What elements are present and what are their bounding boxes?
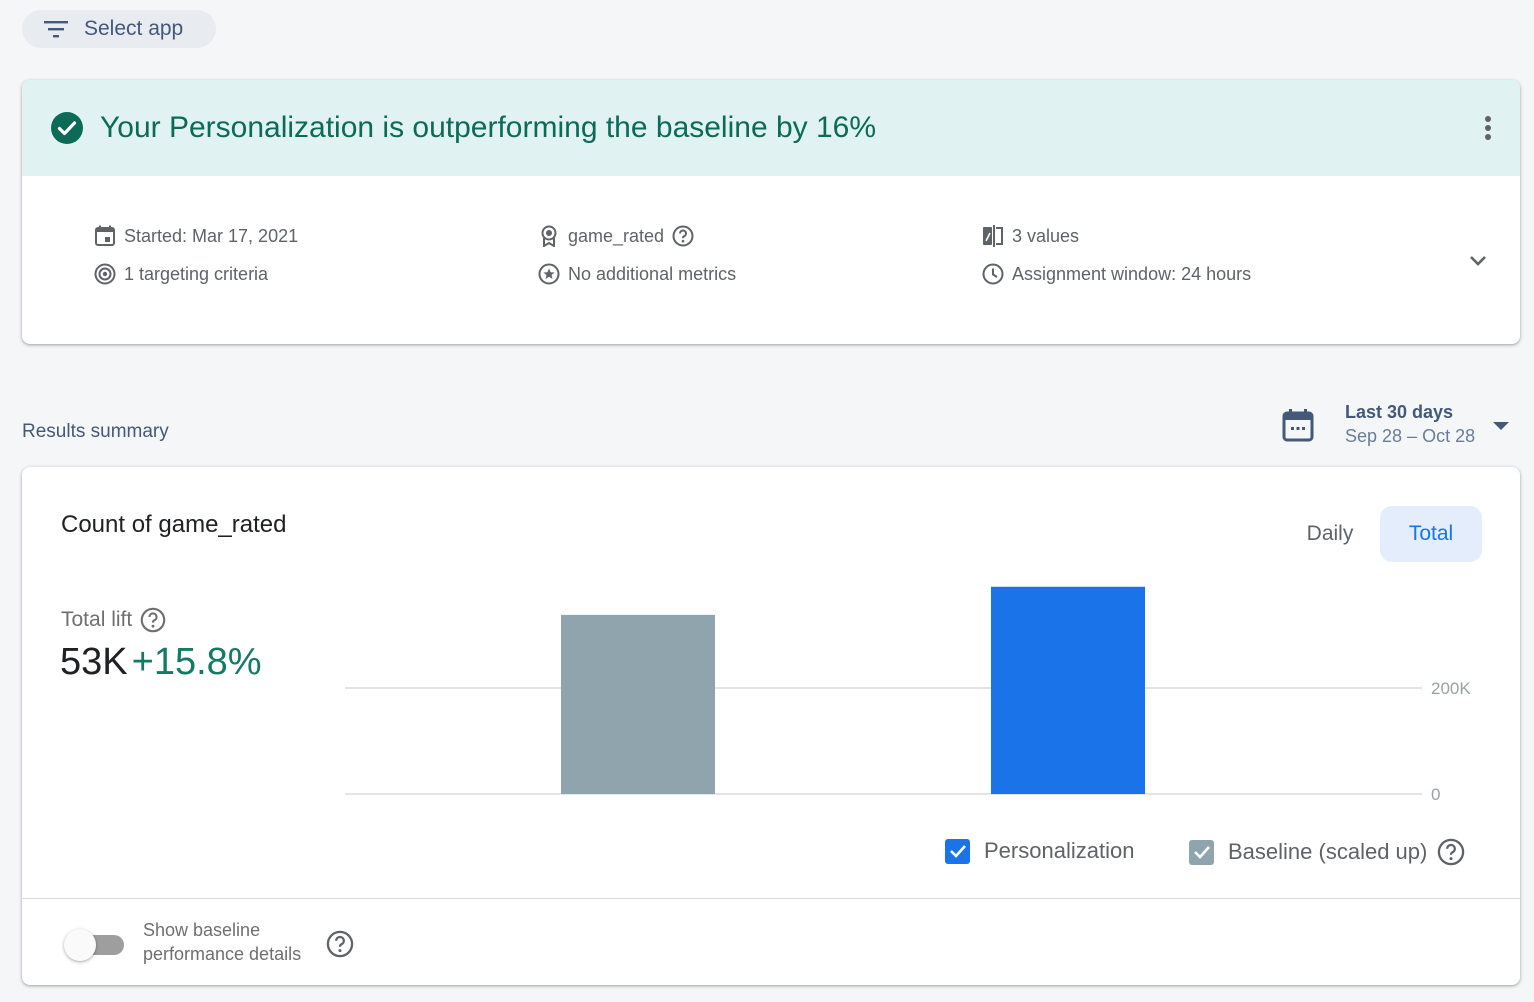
calendar-icon (1282, 408, 1314, 442)
more-vert-icon[interactable] (1478, 112, 1498, 144)
card-footer: Show baseline performance details (22, 898, 1520, 985)
date-range-picker[interactable]: Last 30 days Sep 28 – Oct 28 (1282, 402, 1512, 452)
baseline-details-toggle[interactable] (64, 929, 124, 959)
check-icon (949, 844, 967, 858)
target-icon (94, 263, 116, 285)
meta-assignment-window: Assignment window: 24 hours (982, 263, 1251, 285)
select-app-label: Select app (84, 17, 183, 41)
compare-icon (982, 225, 1004, 247)
help-icon[interactable] (326, 930, 354, 958)
meta-targeting: 1 targeting criteria (94, 263, 268, 285)
y-tick-label: 0 (1431, 785, 1440, 804)
baseline-details-label: Show baseline performance details (143, 918, 323, 966)
experiment-card: Your Personalization is outperforming th… (22, 80, 1520, 344)
bar-personalization[interactable] (991, 587, 1145, 794)
calendar-icon (94, 225, 116, 247)
results-card: Count of game_rated Daily Total Total li… (22, 467, 1520, 985)
filter-list-icon (44, 20, 68, 38)
check-icon (1193, 845, 1211, 859)
legend-baseline[interactable]: Baseline (scaled up) (1189, 838, 1465, 866)
banner-title: Your Personalization is outperforming th… (100, 111, 876, 145)
arrow-drop-down-icon (1493, 422, 1509, 430)
checkbox-personalization[interactable] (945, 839, 970, 864)
star-circle-icon (538, 263, 560, 285)
meta-started: Started: Mar 17, 2021 (94, 225, 298, 247)
meta-goal-metric: game_rated (538, 225, 702, 247)
check-circle-icon (50, 111, 84, 145)
date-range-dates: Sep 28 – Oct 28 (1345, 426, 1475, 447)
meta-additional-metrics: No additional metrics (538, 263, 736, 285)
help-icon[interactable] (672, 225, 694, 247)
date-range-label: Last 30 days (1345, 402, 1453, 423)
chevron-down-icon[interactable] (1468, 254, 1488, 268)
checkbox-baseline[interactable] (1189, 840, 1214, 865)
results-summary-heading: Results summary (22, 421, 169, 443)
help-icon[interactable] (1437, 838, 1465, 866)
clock-icon (982, 263, 1004, 285)
status-banner: Your Personalization is outperforming th… (22, 80, 1520, 176)
select-app-button[interactable]: Select app (22, 10, 216, 48)
y-tick-label: 200K (1431, 679, 1471, 698)
bar-baseline-scaled-up[interactable] (561, 615, 715, 794)
legend-personalization[interactable]: Personalization (945, 838, 1134, 864)
bar-chart: 0 200K (22, 467, 1520, 827)
meta-values: 3 values (982, 225, 1079, 247)
goal-badge-icon (538, 225, 560, 247)
